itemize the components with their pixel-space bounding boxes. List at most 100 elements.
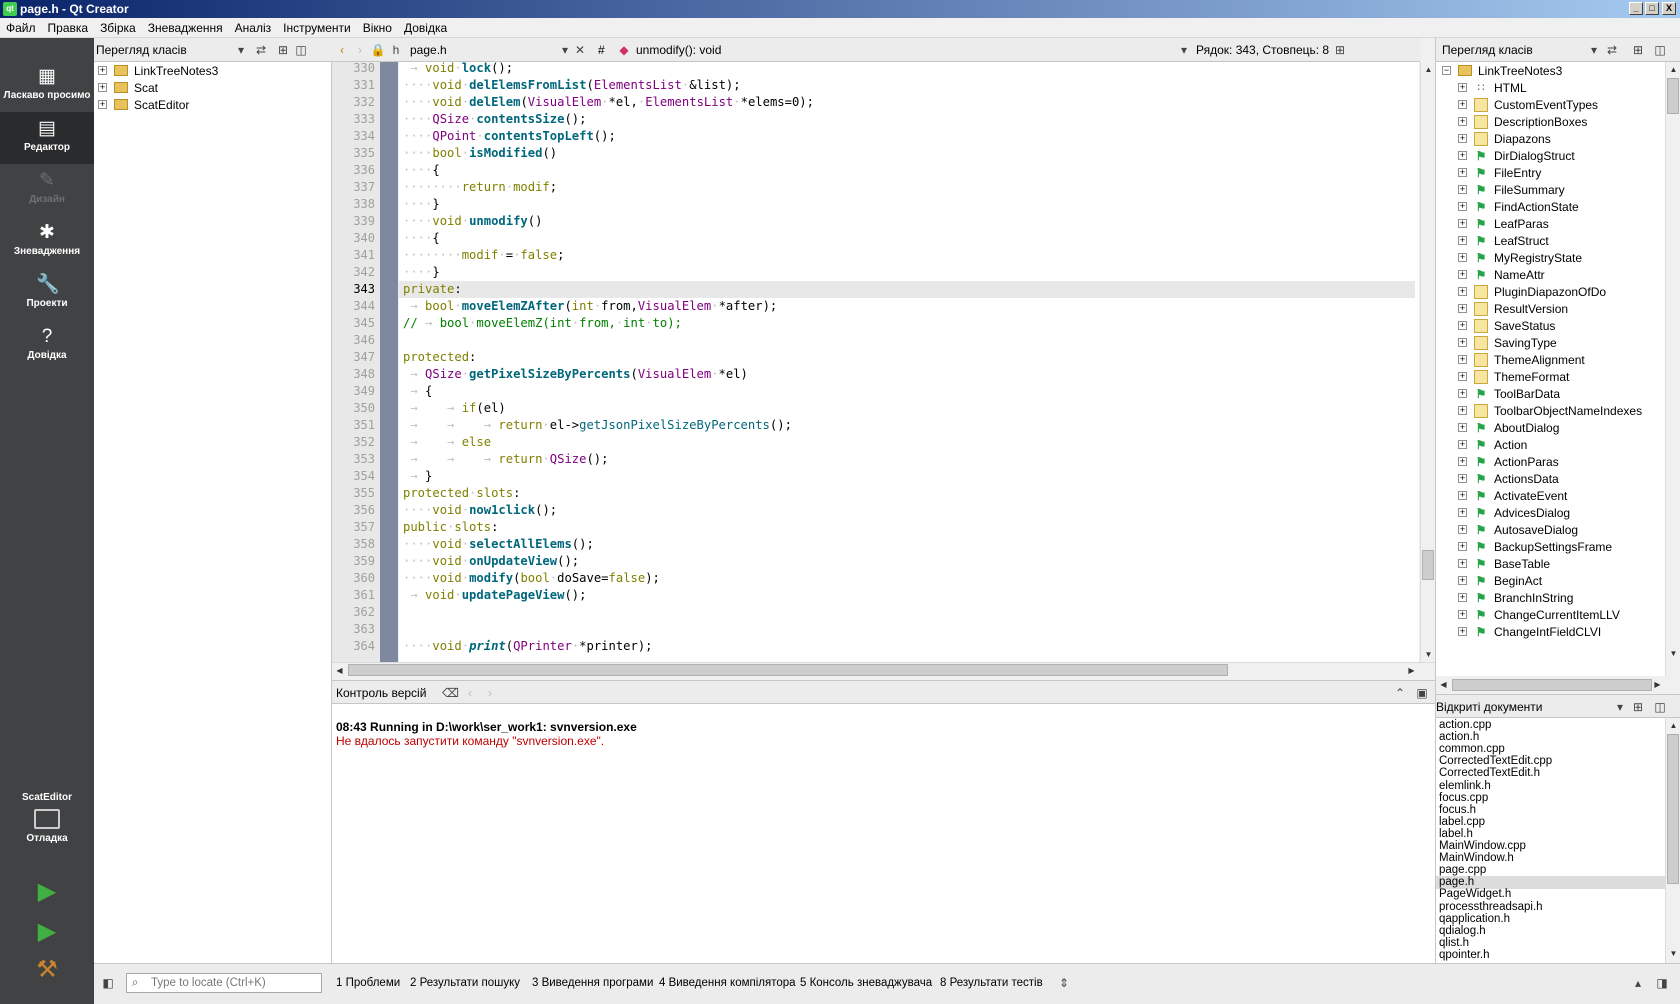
open-doc-item[interactable]: label.h xyxy=(1436,828,1666,841)
class-tree-scrollbar[interactable]: ▲ ▼ xyxy=(1665,62,1680,676)
sync-icon[interactable]: ⇄ xyxy=(253,42,269,58)
cursor-position[interactable]: Рядок: 343, Стовпець: 8 xyxy=(1196,38,1329,62)
expand-icon[interactable]: + xyxy=(98,83,107,92)
open-doc-item[interactable]: label.cpp xyxy=(1436,816,1666,829)
class-tree-item[interactable]: + ⚑ BackupSettingsFrame xyxy=(1436,538,1666,556)
class-tree-item[interactable]: + ⚑ NameAttr xyxy=(1436,266,1666,284)
class-tree-item[interactable]: + ⚑ ActionsData xyxy=(1436,470,1666,488)
scroll-left-icon[interactable]: ◀ xyxy=(1436,677,1451,692)
split-icon[interactable]: ⊞ xyxy=(1630,699,1646,715)
expand-icon[interactable]: + xyxy=(1458,508,1467,517)
back-icon[interactable]: ‹ xyxy=(334,42,350,58)
menu-debug[interactable]: Зневадження xyxy=(142,18,229,38)
menu-analyze[interactable]: Аналіз xyxy=(229,18,277,38)
expand-icon[interactable]: + xyxy=(1458,134,1467,143)
class-tree-item[interactable]: + ⚑ BranchInString xyxy=(1436,589,1666,607)
class-tree-item[interactable]: + ResultVersion xyxy=(1436,300,1666,318)
expand-icon[interactable]: + xyxy=(1458,168,1467,177)
tab-debugger-console[interactable]: 5 Консоль зневаджувача xyxy=(800,964,932,1002)
open-docs-title[interactable]: Відкриті документи xyxy=(1436,695,1542,719)
chevron-down-icon[interactable]: ▾ xyxy=(233,42,249,58)
menu-build[interactable]: Збірка xyxy=(94,18,142,38)
class-tree-item[interactable]: + ⚑ FindActionState xyxy=(1436,198,1666,216)
class-tree-hscrollbar[interactable]: ◀ ▶ xyxy=(1435,676,1680,694)
scroll-left-icon[interactable]: ◀ xyxy=(332,663,347,678)
tab-test-results[interactable]: 8 Результати тестів xyxy=(940,964,1043,1002)
expand-icon[interactable]: + xyxy=(1458,610,1467,619)
close-file-icon[interactable]: ✕ xyxy=(572,42,588,58)
scroll-down-icon[interactable]: ▼ xyxy=(1421,647,1436,662)
left-panel-title[interactable]: Перегляд класів xyxy=(96,38,187,62)
class-tree-item[interactable]: + ∷ HTML xyxy=(1436,79,1666,97)
toggle-right-sidebar-icon[interactable]: ◨ xyxy=(1654,975,1670,991)
expand-icon[interactable]: + xyxy=(1458,542,1467,551)
menu-window[interactable]: Вікно xyxy=(357,18,398,38)
open-doc-item[interactable]: MainWindow.h xyxy=(1436,852,1666,865)
forward-icon[interactable]: › xyxy=(352,42,368,58)
scroll-thumb[interactable] xyxy=(1667,78,1679,114)
class-tree-item[interactable]: + ThemeAlignment xyxy=(1436,351,1666,369)
editor-vertical-scrollbar[interactable]: ▲ ▼ xyxy=(1420,62,1435,662)
tab-compile-output[interactable]: 4 Виведення компілятора xyxy=(659,964,796,1002)
expand-icon[interactable]: + xyxy=(1458,576,1467,585)
maximize-button[interactable]: □ xyxy=(1645,2,1659,15)
open-doc-item[interactable]: qpointer.h xyxy=(1436,949,1666,962)
open-doc-item[interactable]: page.cpp xyxy=(1436,864,1666,877)
mode-debug[interactable]: ✱ Зневадження xyxy=(0,216,94,268)
expand-icon[interactable]: + xyxy=(1458,627,1467,636)
open-doc-item[interactable]: elemlink.h xyxy=(1436,780,1666,793)
maximize-pane-icon[interactable]: ⌃ xyxy=(1392,685,1408,701)
class-tree-item[interactable]: + ⚑ FileSummary xyxy=(1436,181,1666,199)
scroll-thumb[interactable] xyxy=(1422,550,1434,580)
open-doc-item[interactable]: focus.h xyxy=(1436,804,1666,817)
class-tree-item[interactable]: + ⚑ FileEntry xyxy=(1436,164,1666,182)
class-tree-item[interactable]: + ⚑ LeafStruct xyxy=(1436,232,1666,250)
target-selector[interactable]: ScatEditor Отладка xyxy=(0,788,94,858)
class-tree-item[interactable]: + PluginDiapazonOfDo xyxy=(1436,283,1666,301)
open-doc-item[interactable]: MainWindow.cpp xyxy=(1436,840,1666,853)
class-tree-item[interactable]: + ⚑ ActionParas xyxy=(1436,453,1666,471)
open-doc-item[interactable]: qdialog.h xyxy=(1436,925,1666,938)
class-tree-item[interactable]: + CustomEventTypes xyxy=(1436,96,1666,114)
open-doc-item[interactable]: qapplication.h xyxy=(1436,913,1666,926)
open-doc-item[interactable]: CorrectedTextEdit.h xyxy=(1436,767,1666,780)
menu-edit[interactable]: Правка xyxy=(42,18,95,38)
open-doc-item[interactable]: focus.cpp xyxy=(1436,792,1666,805)
open-doc-item[interactable]: processthreadsapi.h xyxy=(1436,901,1666,914)
build-hammer-icon[interactable]: ⚒ xyxy=(34,956,60,984)
menu-help[interactable]: Довідка xyxy=(398,18,453,38)
open-doc-item[interactable]: common.cpp xyxy=(1436,743,1666,756)
expand-icon[interactable]: + xyxy=(1458,117,1467,126)
scroll-up-icon[interactable]: ▲ xyxy=(1666,62,1680,77)
expand-icon[interactable]: + xyxy=(1458,304,1467,313)
toggle-sidebar-icon[interactable]: ◧ xyxy=(100,975,116,991)
prev-icon[interactable]: ‹ xyxy=(462,685,478,701)
expand-icon[interactable]: + xyxy=(1458,559,1467,568)
class-tree-item[interactable]: + ⚑ Action xyxy=(1436,436,1666,454)
split-icon[interactable]: ⊞ xyxy=(1630,42,1646,58)
tab-search-results[interactable]: 2 Результати пошуку xyxy=(410,964,520,1002)
chevron-down-icon[interactable]: ▾ xyxy=(1586,42,1602,58)
symbol-combo[interactable]: unmodify(): void xyxy=(636,38,721,62)
close-panel-icon[interactable]: ◫ xyxy=(1652,699,1668,715)
mode-editor[interactable]: ▤ Редактор xyxy=(0,112,94,164)
code-editor[interactable]: → void·lock(); ····void·delElemsFromList… xyxy=(399,62,1419,662)
class-tree-item[interactable]: + ⚑ BeginAct xyxy=(1436,572,1666,590)
expand-icon[interactable]: + xyxy=(1458,491,1467,500)
clear-icon[interactable]: ⌫ xyxy=(442,685,459,701)
expand-icon[interactable]: + xyxy=(1458,457,1467,466)
mode-welcome[interactable]: ▦ Ласкаво просимо xyxy=(0,60,94,112)
scroll-up-icon[interactable]: ▲ xyxy=(1666,718,1680,733)
minimize-button[interactable]: _ xyxy=(1629,2,1643,15)
expand-icon[interactable]: + xyxy=(1458,593,1467,602)
menu-tools[interactable]: Інструменти xyxy=(277,18,357,38)
close-panel-icon[interactable]: ◫ xyxy=(293,42,309,58)
show-output-icon[interactable]: ▴ xyxy=(1630,975,1646,991)
file-combo[interactable]: page.h xyxy=(410,38,447,62)
expand-icon[interactable]: + xyxy=(1458,389,1467,398)
chevron-down-icon[interactable]: ▾ xyxy=(557,42,573,58)
expand-icon[interactable]: + xyxy=(1458,474,1467,483)
more-tabs-icon[interactable]: ⇕ xyxy=(1056,975,1072,991)
scroll-thumb[interactable] xyxy=(1667,734,1679,884)
mode-projects[interactable]: 🔧 Проекти xyxy=(0,268,94,320)
